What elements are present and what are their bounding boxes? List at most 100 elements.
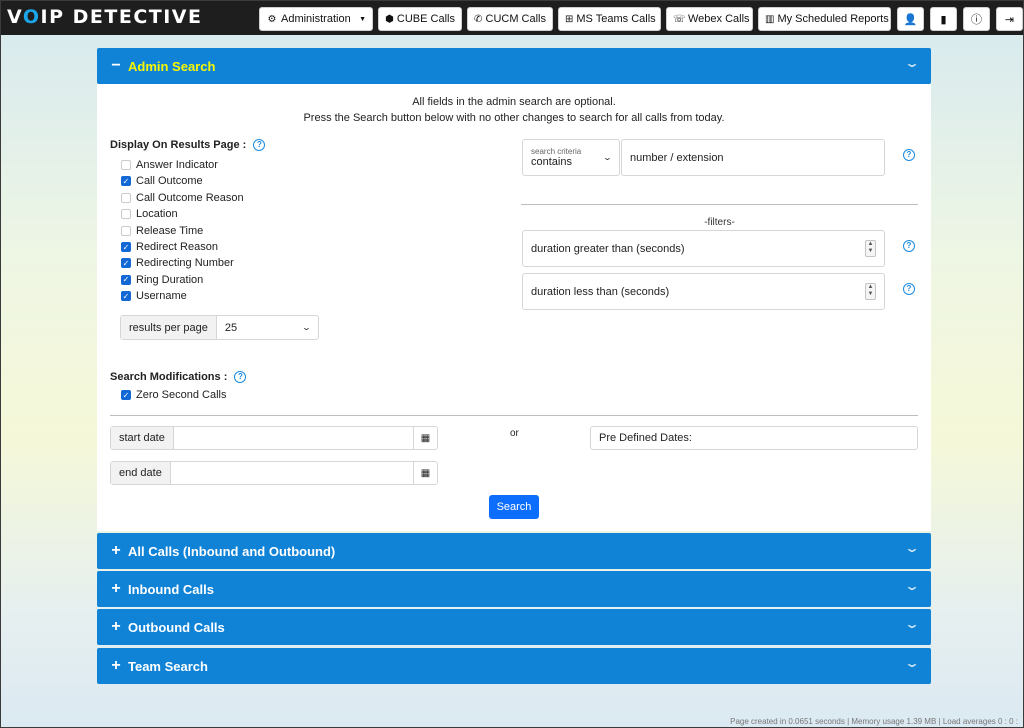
inbound-calls-title: Inbound Calls bbox=[128, 581, 214, 597]
admin-search-card-header[interactable]: − Admin Search ⌄ bbox=[97, 48, 931, 84]
end-date-input[interactable]: end date ▦ bbox=[110, 461, 438, 485]
number-extension-input[interactable]: number / extension bbox=[621, 139, 885, 176]
divider bbox=[110, 415, 918, 416]
checkbox-unchecked-icon bbox=[121, 209, 131, 220]
duration-greater-than-input[interactable]: duration greater than (seconds) ▲ ▼ bbox=[522, 230, 885, 267]
windows-icon: ⊞ bbox=[565, 13, 574, 25]
chevron-down-icon: ⌄ bbox=[903, 656, 921, 670]
display-option-label: Release Time bbox=[136, 224, 204, 237]
cucm-calls-button[interactable]: ✆ CUCM Calls bbox=[467, 7, 553, 31]
checkbox-checked-icon: ✓ bbox=[121, 242, 131, 252]
brand-logo[interactable]: VOIP DETECTIVE bbox=[7, 6, 203, 28]
display-options-title: Display On Results Page : ? bbox=[110, 139, 266, 152]
display-option-checkbox[interactable]: Answer Indicator bbox=[121, 158, 218, 172]
start-date-label: start date bbox=[111, 427, 174, 449]
scheduled-reports-button[interactable]: ▥ My Scheduled Reports bbox=[758, 7, 891, 31]
display-option-checkbox[interactable]: Release Time bbox=[121, 224, 203, 238]
start-date-input[interactable]: start date ▦ bbox=[110, 426, 438, 450]
number-spinner-icon[interactable]: ▲ ▼ bbox=[865, 283, 876, 300]
display-option-checkbox[interactable]: ✓ Ring Duration bbox=[121, 273, 203, 287]
webex-calls-button[interactable]: ☏ Webex Calls bbox=[666, 7, 753, 31]
admin-search-body: All fields in the admin search are optio… bbox=[97, 84, 931, 531]
search-criteria-select[interactable]: search criteria contains ⌄ bbox=[522, 139, 620, 176]
display-option-label: Ring Duration bbox=[136, 273, 204, 286]
book-button[interactable]: ▮ bbox=[930, 7, 957, 31]
checkbox-checked-icon: ✓ bbox=[121, 291, 131, 302]
phone-icon: ✆ bbox=[474, 13, 483, 25]
display-option-label: Redirect Reason bbox=[136, 241, 218, 253]
display-option-label: Redirecting Number bbox=[136, 257, 234, 270]
end-date-label: end date bbox=[111, 462, 171, 484]
chevron-down-icon: ⌄ bbox=[903, 579, 921, 593]
search-criteria-value: contains bbox=[531, 156, 572, 168]
display-option-checkbox[interactable]: Call Outcome Reason bbox=[121, 191, 244, 205]
calendar-icon[interactable]: ▦ bbox=[413, 462, 437, 484]
zero-second-calls-checkbox[interactable]: ✓ Zero Second Calls bbox=[121, 388, 227, 402]
gears-icon: ⚙ bbox=[267, 13, 277, 25]
expand-plus-icon: + bbox=[111, 542, 121, 559]
ms-teams-calls-button[interactable]: ⊞ MS Teams Calls bbox=[558, 7, 661, 31]
checkbox-unchecked-icon bbox=[121, 192, 131, 203]
all-calls-card-header[interactable]: + All Calls (Inbound and Outbound) ⌄ bbox=[97, 533, 931, 569]
expand-plus-icon: + bbox=[111, 580, 121, 597]
results-per-page-select[interactable]: results per page 25 ⌄ bbox=[120, 315, 319, 340]
help-button[interactable]: ⓘ bbox=[963, 7, 990, 31]
chevron-down-icon: ⌄ bbox=[602, 153, 613, 162]
logout-button[interactable]: ⇥ bbox=[996, 7, 1023, 31]
checkbox-checked-icon: ✓ bbox=[121, 258, 131, 269]
display-option-checkbox[interactable]: ✓ Call Outcome bbox=[121, 174, 203, 188]
chevron-down-icon: ⌄ bbox=[903, 617, 921, 631]
user-settings-button[interactable]: 👤 bbox=[897, 7, 924, 31]
display-option-checkbox[interactable]: ✓ Redirecting Number bbox=[121, 256, 234, 270]
checkbox-checked-icon: ✓ bbox=[121, 176, 131, 187]
phone-volume-icon: ☏ bbox=[673, 13, 686, 25]
calendar-icon[interactable]: ▦ bbox=[413, 427, 437, 449]
cube-calls-button[interactable]: ⬢ CUBE Calls bbox=[378, 7, 462, 31]
divider bbox=[521, 204, 918, 205]
admin-search-title: Admin Search bbox=[128, 58, 216, 74]
collapse-minus-icon: − bbox=[111, 57, 121, 74]
help-icon[interactable]: ? bbox=[903, 283, 915, 295]
chevron-down-icon: ⌄ bbox=[903, 541, 921, 555]
display-option-checkbox[interactable]: Location bbox=[121, 207, 178, 221]
team-search-card-header[interactable]: + Team Search ⌄ bbox=[97, 648, 931, 684]
help-icon[interactable]: ? bbox=[903, 149, 915, 161]
outbound-calls-title: Outbound Calls bbox=[128, 619, 225, 635]
search-button[interactable]: Search bbox=[489, 495, 539, 519]
inbound-calls-card-header[interactable]: + Inbound Calls ⌄ bbox=[97, 571, 931, 607]
team-search-title: Team Search bbox=[128, 658, 208, 674]
question-circle-icon: ⓘ bbox=[971, 14, 982, 26]
help-icon[interactable]: ? bbox=[253, 139, 266, 152]
display-option-checkbox[interactable]: ✓ Username bbox=[121, 289, 187, 303]
display-option-checkbox[interactable]: ✓ Redirect Reason bbox=[121, 240, 218, 254]
intro-line-2: Press the Search button below with no ot… bbox=[303, 112, 725, 124]
checkbox-checked-icon: ✓ bbox=[121, 274, 131, 285]
display-option-label: Location bbox=[136, 208, 178, 221]
help-icon[interactable]: ? bbox=[903, 240, 915, 252]
results-per-page-value: 25 bbox=[224, 321, 238, 334]
cube-icon: ⬢ bbox=[385, 13, 394, 25]
administration-dropdown-button[interactable]: ⚙ Administration ▼ bbox=[259, 7, 373, 31]
checkbox-unchecked-icon bbox=[121, 160, 131, 170]
duration-less-than-input[interactable]: duration less than (seconds) ▲ ▼ bbox=[522, 273, 885, 310]
search-criteria-label: search criteria bbox=[531, 147, 582, 156]
predefined-dates-select[interactable]: Pre Defined Dates: bbox=[590, 426, 918, 450]
intro-line-1: All fields in the admin search are optio… bbox=[412, 96, 616, 108]
chart-icon: ▥ bbox=[765, 13, 775, 25]
display-option-label: Username bbox=[136, 290, 187, 303]
expand-plus-icon: + bbox=[111, 618, 121, 635]
checkbox-unchecked-icon bbox=[121, 225, 131, 236]
search-modifications-title: Search Modifications : ? bbox=[110, 371, 247, 384]
results-per-page-label: results per page bbox=[121, 316, 217, 339]
book-icon: ▮ bbox=[940, 13, 947, 26]
or-label: or bbox=[510, 428, 519, 439]
outbound-calls-card-header[interactable]: + Outbound Calls ⌄ bbox=[97, 609, 931, 645]
caret-down-icon: ▼ bbox=[359, 15, 366, 23]
chevron-down-icon: ⌄ bbox=[301, 323, 312, 332]
number-spinner-icon[interactable]: ▲ ▼ bbox=[865, 240, 876, 257]
filters-label: -filters- bbox=[704, 217, 735, 228]
all-calls-title: All Calls (Inbound and Outbound) bbox=[128, 543, 336, 559]
help-icon[interactable]: ? bbox=[234, 371, 247, 384]
display-option-label: Call Outcome Reason bbox=[136, 191, 244, 204]
top-navbar: VOIP DETECTIVE ⚙ Administration ▼ ⬢ CUBE… bbox=[1, 1, 1023, 35]
